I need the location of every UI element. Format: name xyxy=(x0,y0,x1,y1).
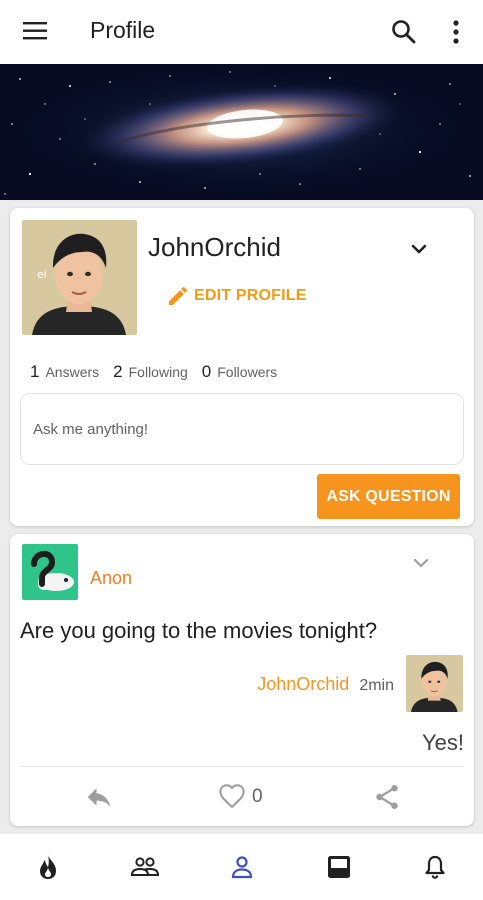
stat-count: 1 xyxy=(30,362,40,381)
person-icon[interactable] xyxy=(225,852,259,882)
question-card: Anon Are you going to the movies tonight… xyxy=(10,534,474,826)
like-count: 0 xyxy=(252,786,263,807)
page-title: Profile xyxy=(90,17,156,43)
pencil-icon xyxy=(169,286,188,305)
stat-count: 2 xyxy=(113,362,123,381)
stat-following[interactable]: 2 Following xyxy=(113,362,188,382)
like-button[interactable]: 0 xyxy=(218,780,263,814)
heart-icon xyxy=(219,784,245,809)
inbox-icon[interactable] xyxy=(322,852,356,882)
edit-profile-button[interactable]: EDIT PROFILE xyxy=(166,282,307,310)
svg-text:ei: ei xyxy=(37,268,47,281)
stat-label: Answers xyxy=(45,364,100,380)
cover-image xyxy=(0,64,483,200)
chevron-down-icon[interactable] xyxy=(410,552,432,574)
bell-icon[interactable] xyxy=(418,852,452,882)
profile-username: JohnOrchid xyxy=(148,232,281,262)
divider xyxy=(20,766,464,767)
fire-icon[interactable] xyxy=(31,852,65,882)
stat-label: Following xyxy=(128,364,188,380)
stat-label: Followers xyxy=(217,364,278,380)
answer-text: Yes! xyxy=(421,730,464,755)
bottom-navigation xyxy=(0,834,483,900)
question-actions: 0 xyxy=(10,780,474,814)
profile-avatar[interactable]: ei xyxy=(22,220,137,335)
edit-profile-label: EDIT PROFILE xyxy=(194,287,307,304)
stat-answers[interactable]: 1 Answers xyxy=(30,362,99,382)
answer-timestamp: 2min xyxy=(359,677,394,694)
anon-avatar[interactable] xyxy=(22,544,78,600)
asker-name[interactable]: Anon xyxy=(90,568,132,589)
answerer-name[interactable]: JohnOrchid xyxy=(257,674,349,695)
profile-stats: 1 Answers 2 Following 0 Followers xyxy=(30,362,291,382)
stat-followers[interactable]: 0 Followers xyxy=(202,362,277,382)
chevron-down-icon[interactable] xyxy=(408,238,430,260)
answerer-avatar[interactable] xyxy=(406,655,463,712)
reply-icon[interactable] xyxy=(84,782,114,812)
profile-card: ei JohnOrchid EDIT PROFILE 1 Answers 2 F… xyxy=(10,208,474,526)
question-text: Are you going to the movies tonight? xyxy=(20,618,378,643)
more-vert-icon[interactable] xyxy=(446,18,466,46)
answer-meta: JohnOrchid 2min xyxy=(257,674,394,695)
share-icon[interactable] xyxy=(372,782,402,812)
search-icon[interactable] xyxy=(390,18,418,46)
ask-question-button[interactable]: ASK QUESTION xyxy=(317,474,460,519)
menu-icon[interactable] xyxy=(22,20,48,42)
ask-question-input[interactable] xyxy=(20,393,464,465)
people-icon[interactable] xyxy=(128,852,162,882)
stat-count: 0 xyxy=(201,362,212,381)
app-bar: Profile xyxy=(0,0,483,64)
